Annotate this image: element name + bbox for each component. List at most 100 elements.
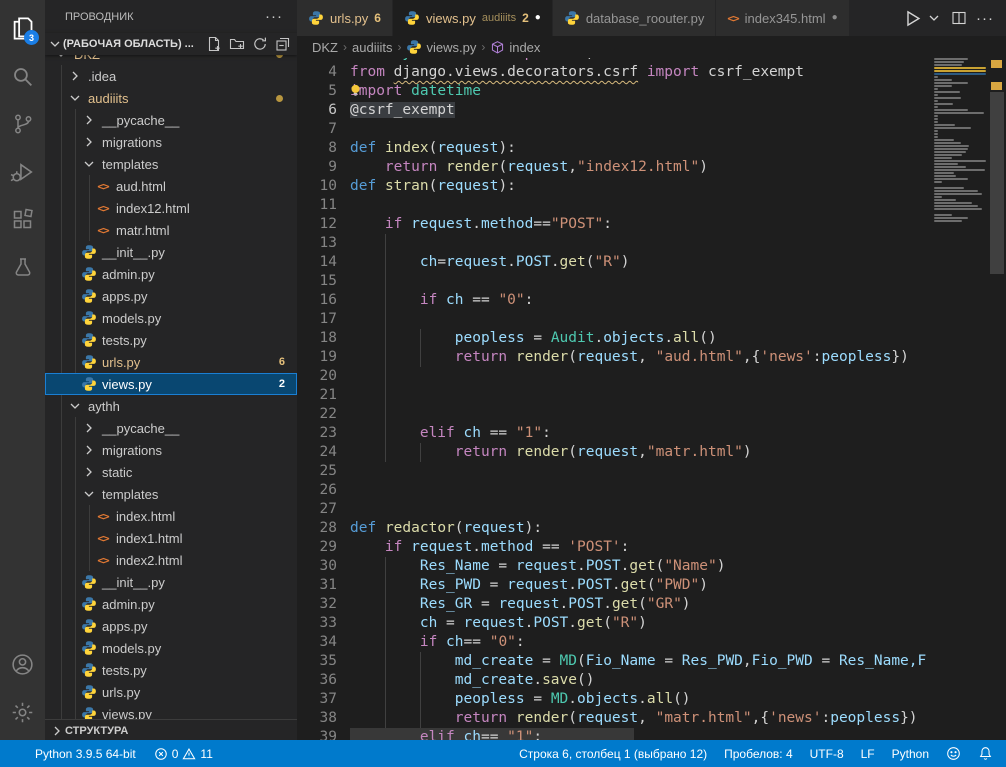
minimap[interactable]	[932, 58, 988, 740]
split-editor-button[interactable]	[951, 10, 967, 26]
cursor-position[interactable]: Строка 6, столбец 1 (выбрано 12)	[519, 747, 707, 761]
code-line-36[interactable]: 36 md_create.save()	[297, 671, 932, 690]
code-line-4[interactable]: 4from django.views.decorators.csrf impor…	[297, 63, 932, 82]
tree-item-templates[interactable]: templates	[45, 483, 297, 505]
new-file-icon[interactable]	[206, 36, 222, 52]
encoding-setting[interactable]: UTF-8	[810, 747, 844, 761]
code-line-26[interactable]: 26	[297, 481, 932, 500]
tree-item-tests.py[interactable]: tests.py	[45, 659, 297, 681]
code-line-25[interactable]: 25	[297, 462, 932, 481]
editor[interactable]: 3from aythh.models import MD,Audit4from …	[297, 58, 1006, 740]
tree-item-__init__.py[interactable]: __init__.py	[45, 571, 297, 593]
tree-item-index12.html[interactable]: <>index12.html	[45, 197, 297, 219]
language-mode[interactable]: Python	[892, 747, 929, 761]
code-line-34[interactable]: 34 if ch== "0":	[297, 633, 932, 652]
code-line-32[interactable]: 32 Res_GR = request.POST.get("GR")	[297, 595, 932, 614]
code-line-7[interactable]: 7	[297, 120, 932, 139]
activity-run-debug-button[interactable]	[0, 148, 45, 196]
code-line-6[interactable]: 6@csrf_exempt	[297, 101, 932, 120]
new-folder-icon[interactable]	[229, 36, 245, 52]
code-line-27[interactable]: 27	[297, 500, 932, 519]
tree-item-aud.html[interactable]: <>aud.html	[45, 175, 297, 197]
tree-item-index2.html[interactable]: <>index2.html	[45, 549, 297, 571]
refresh-icon[interactable]	[252, 36, 268, 52]
code-line-17[interactable]: 17	[297, 310, 932, 329]
tree-item-apps.py[interactable]: apps.py	[45, 285, 297, 307]
python-version[interactable]: Python 3.9.5 64-bit	[35, 747, 136, 761]
breadcrumb-DKZ[interactable]: DKZ	[312, 40, 338, 55]
code-line-15[interactable]: 15	[297, 272, 932, 291]
code-line-10[interactable]: 10def stran(request):	[297, 177, 932, 196]
eol-setting[interactable]: LF	[861, 747, 875, 761]
workspace-section-header[interactable]: (РАБОЧАЯ ОБЛАСТЬ) ...	[45, 33, 297, 55]
code-line-31[interactable]: 31 Res_PWD = request.POST.get("PWD")	[297, 576, 932, 595]
tree-item-templates[interactable]: templates	[45, 153, 297, 175]
feedback-icon[interactable]	[946, 746, 961, 761]
tree-item-urls.py[interactable]: urls.py6	[45, 351, 297, 373]
code-line-22[interactable]: 22	[297, 405, 932, 424]
tab-urls.py[interactable]: urls.py6	[297, 0, 393, 36]
tree-item-admin.py[interactable]: admin.py	[45, 593, 297, 615]
editor-more-actions-button[interactable]: ···	[976, 10, 994, 27]
code-line-30[interactable]: 30 Res_Name = request.POST.get("Name")	[297, 557, 932, 576]
tree-item-apps.py[interactable]: apps.py	[45, 615, 297, 637]
tree-item-models.py[interactable]: models.py	[45, 637, 297, 659]
code-line-18[interactable]: 18 peopless = Audit.objects.all()	[297, 329, 932, 348]
tree-item-index.html[interactable]: <>index.html	[45, 505, 297, 527]
code-line-19[interactable]: 19 return render(request, "aud.html",{'n…	[297, 348, 932, 367]
code-line-14[interactable]: 14 ch=request.POST.get("R")	[297, 253, 932, 272]
code-line-21[interactable]: 21	[297, 386, 932, 405]
tab-views.py[interactable]: views.pyaudiiits2●	[393, 0, 553, 36]
outline-section-header[interactable]: СТРУКТУРА	[45, 719, 297, 740]
activity-source-control-button[interactable]	[0, 100, 45, 148]
tree-item-views.py[interactable]: views.py2	[45, 373, 297, 395]
tree-item-__pycache__[interactable]: __pycache__	[45, 109, 297, 131]
tree-item-index1.html[interactable]: <>index1.html	[45, 527, 297, 549]
tree-item-tests.py[interactable]: tests.py	[45, 329, 297, 351]
indentation-setting[interactable]: Пробелов: 4	[724, 747, 793, 761]
code-line-13[interactable]: 13	[297, 234, 932, 253]
tree-item-views.py[interactable]: views.py	[45, 703, 297, 719]
code-line-38[interactable]: 38 return render(request, "matr.html",{'…	[297, 709, 932, 728]
bell-icon[interactable]	[978, 746, 993, 761]
tree-item-models.py[interactable]: models.py	[45, 307, 297, 329]
breadcrumb-views.py[interactable]: views.py	[406, 39, 476, 55]
code-line-35[interactable]: 35 md_create = MD(Fio_Name = Res_PWD,Fio…	[297, 652, 932, 671]
activity-account-button[interactable]	[0, 640, 45, 688]
tree-item-urls.py[interactable]: urls.py	[45, 681, 297, 703]
tree-item-admin.py[interactable]: admin.py	[45, 263, 297, 285]
activity-extensions-button[interactable]	[0, 196, 45, 244]
run-dropdown-chevron-icon[interactable]	[926, 10, 942, 26]
code-line-23[interactable]: 23 elif ch == "1":	[297, 424, 932, 443]
code-line-20[interactable]: 20	[297, 367, 932, 386]
tree-item-.idea[interactable]: .idea	[45, 65, 297, 87]
tree-item-matr.html[interactable]: <>matr.html	[45, 219, 297, 241]
code-line-29[interactable]: 29 if request.method == 'POST':	[297, 538, 932, 557]
code-line-24[interactable]: 24 return render(request,"matr.html")	[297, 443, 932, 462]
collapse-all-icon[interactable]	[275, 36, 291, 52]
code-line-5[interactable]: 5import datetime	[297, 82, 932, 101]
activity-testing-button[interactable]	[0, 244, 45, 292]
tree-item-aythh[interactable]: aythh	[45, 395, 297, 417]
tree-item-__pycache__[interactable]: __pycache__	[45, 417, 297, 439]
code-line-16[interactable]: 16 if ch == "0":	[297, 291, 932, 310]
code-line-28[interactable]: 28def redactor(request):	[297, 519, 932, 538]
breadcrumb-index[interactable]: index	[490, 40, 540, 55]
code-line-33[interactable]: 33 ch = request.POST.get("R")	[297, 614, 932, 633]
code-line-39[interactable]: 39 elif ch== "1":	[297, 728, 932, 740]
code-line-11[interactable]: 11	[297, 196, 932, 215]
run-button[interactable]	[903, 9, 922, 28]
tab-index345.html[interactable]: <>index345.html●	[716, 0, 849, 36]
tree-item-static[interactable]: static	[45, 461, 297, 483]
problems-indicator[interactable]: 0 11	[154, 747, 213, 761]
lightbulb-icon[interactable]	[348, 83, 363, 104]
tree-item-migrations[interactable]: migrations	[45, 131, 297, 153]
explorer-more-actions-button[interactable]: ···	[265, 8, 283, 25]
tree-item-DKZ[interactable]: DKZ	[45, 55, 297, 65]
code-line-37[interactable]: 37 peopless = MD.objects.all()	[297, 690, 932, 709]
activity-search-button[interactable]	[0, 52, 45, 100]
tree-item-migrations[interactable]: migrations	[45, 439, 297, 461]
scrollbar-thumb[interactable]	[990, 92, 1004, 274]
code-area[interactable]: 3from aythh.models import MD,Audit4from …	[297, 58, 932, 740]
tree-item-audiiits[interactable]: audiiits	[45, 87, 297, 109]
